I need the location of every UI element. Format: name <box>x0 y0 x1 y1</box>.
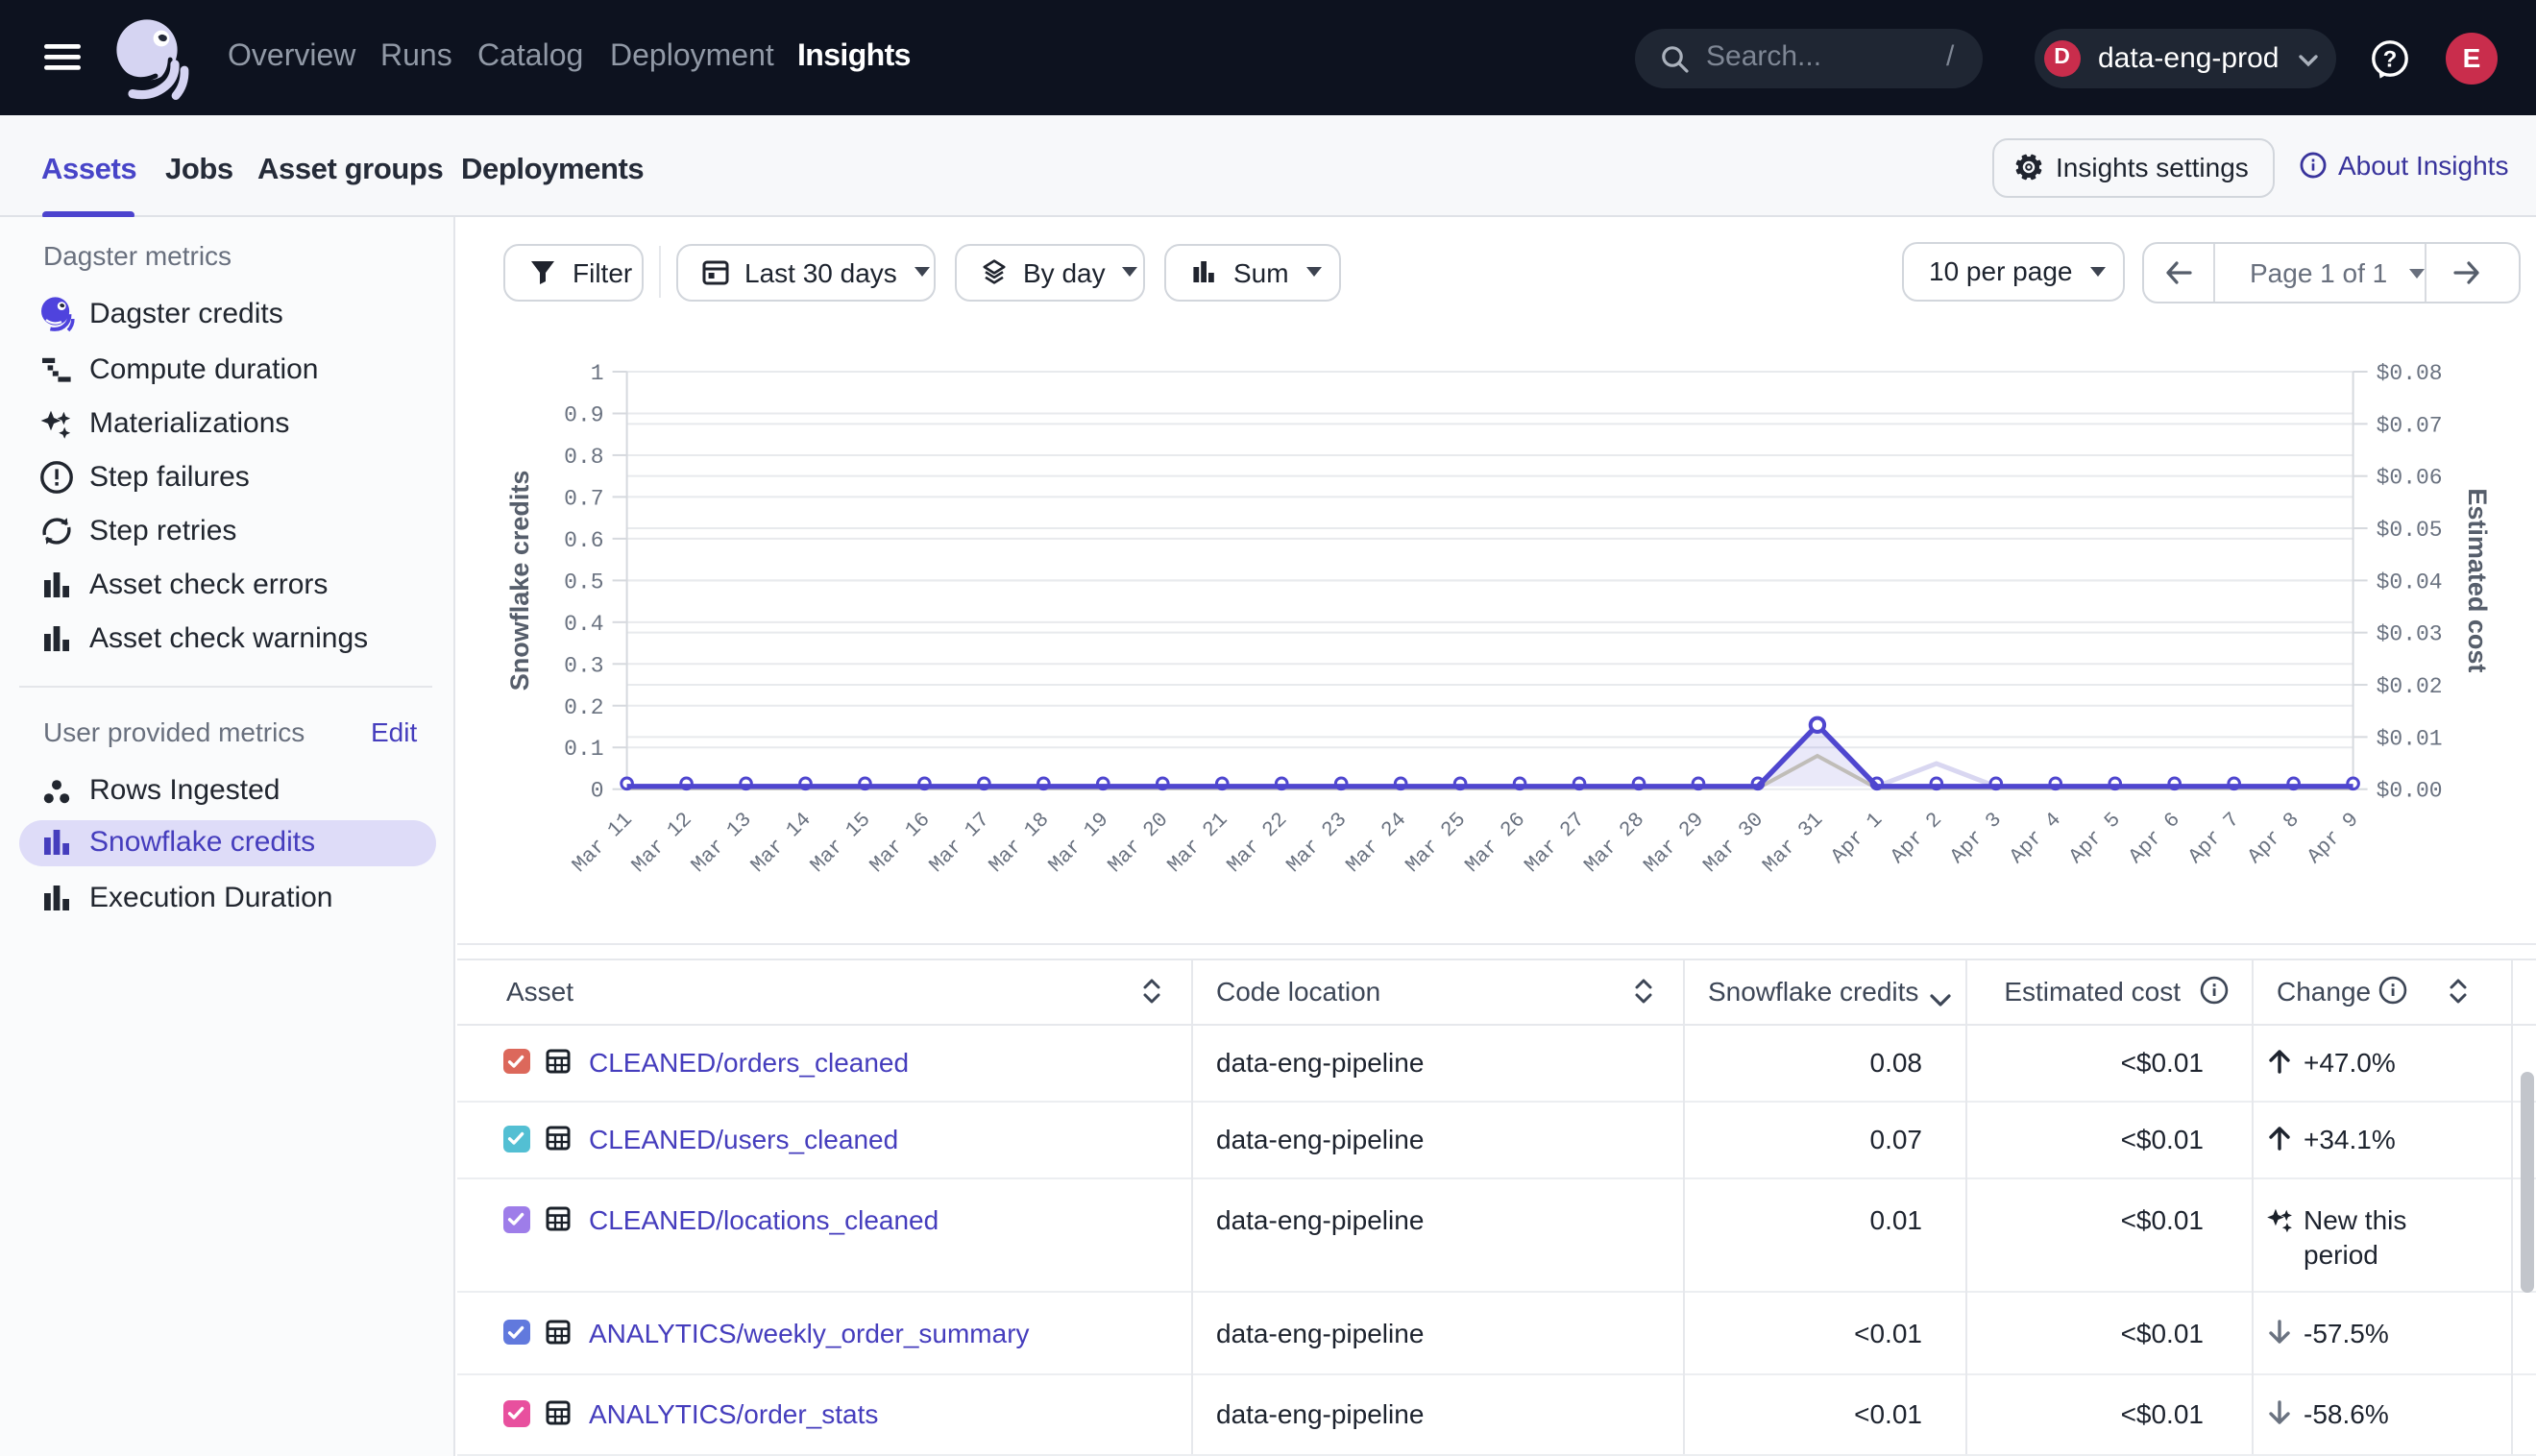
svg-text:$0.04: $0.04 <box>2376 570 2442 595</box>
svg-text:0.1: 0.1 <box>563 737 602 762</box>
svg-text:0.6: 0.6 <box>563 528 602 553</box>
svg-text:$0.01: $0.01 <box>2376 726 2442 751</box>
svg-text:Mar 22: Mar 22 <box>1222 809 1291 878</box>
svg-text:0.4: 0.4 <box>563 612 602 637</box>
svg-text:Mar 12: Mar 12 <box>627 809 696 878</box>
svg-text:Mar 25: Mar 25 <box>1401 809 1470 878</box>
svg-text:Mar 14: Mar 14 <box>745 809 815 878</box>
svg-text:Mar 21: Mar 21 <box>1162 809 1231 878</box>
svg-text:$0.08: $0.08 <box>2376 361 2442 386</box>
svg-text:Apr 2: Apr 2 <box>1886 809 1946 869</box>
svg-text:Mar 16: Mar 16 <box>865 809 934 878</box>
svg-text:$0.00: $0.00 <box>2376 779 2442 804</box>
svg-text:Mar 11: Mar 11 <box>568 809 637 878</box>
svg-text:Mar 26: Mar 26 <box>1460 809 1529 878</box>
svg-text:0.9: 0.9 <box>563 402 602 427</box>
svg-text:Apr 3: Apr 3 <box>1945 809 2006 869</box>
svg-text:$0.03: $0.03 <box>2376 622 2442 647</box>
svg-text:Apr 5: Apr 5 <box>2064 809 2125 869</box>
svg-text:$0.06: $0.06 <box>2376 466 2442 491</box>
svg-text:0.2: 0.2 <box>563 695 602 720</box>
svg-text:1: 1 <box>590 361 603 386</box>
svg-text:Mar 13: Mar 13 <box>687 809 756 878</box>
svg-text:Mar 31: Mar 31 <box>1758 809 1827 878</box>
svg-text:Apr 9: Apr 9 <box>2303 809 2363 869</box>
svg-text:0: 0 <box>590 779 603 804</box>
svg-text:Mar 29: Mar 29 <box>1639 809 1708 878</box>
svg-text:Mar 18: Mar 18 <box>984 809 1053 878</box>
svg-text:Apr 6: Apr 6 <box>2124 809 2184 869</box>
svg-text:Apr 1: Apr 1 <box>1826 809 1887 869</box>
svg-text:Mar 27: Mar 27 <box>1520 809 1589 878</box>
svg-text:Apr 7: Apr 7 <box>2183 809 2244 869</box>
svg-text:0.5: 0.5 <box>563 570 602 595</box>
svg-text:Mar 17: Mar 17 <box>924 809 993 878</box>
svg-text:0.7: 0.7 <box>563 486 602 511</box>
svg-text:0.3: 0.3 <box>563 653 602 678</box>
svg-text:Apr 4: Apr 4 <box>2005 809 2065 869</box>
svg-text:Mar 28: Mar 28 <box>1579 809 1648 878</box>
svg-text:Mar 23: Mar 23 <box>1281 809 1351 878</box>
svg-text:Snowflake credits: Snowflake credits <box>504 471 533 692</box>
svg-text:0.8: 0.8 <box>563 445 602 470</box>
svg-text:Apr 8: Apr 8 <box>2243 809 2304 869</box>
svg-text:Mar 30: Mar 30 <box>1698 809 1768 878</box>
svg-text:$0.07: $0.07 <box>2376 413 2442 438</box>
svg-text:$0.05: $0.05 <box>2376 518 2442 543</box>
svg-text:Mar 19: Mar 19 <box>1043 809 1112 878</box>
svg-text:Mar 15: Mar 15 <box>805 809 874 878</box>
svg-text:Mar 20: Mar 20 <box>1103 809 1172 878</box>
svg-text:$0.02: $0.02 <box>2376 674 2442 699</box>
svg-text:?: ? <box>2383 46 2398 72</box>
svg-text:Estimated cost: Estimated cost <box>2462 488 2491 672</box>
svg-text:Mar 24: Mar 24 <box>1341 809 1410 878</box>
